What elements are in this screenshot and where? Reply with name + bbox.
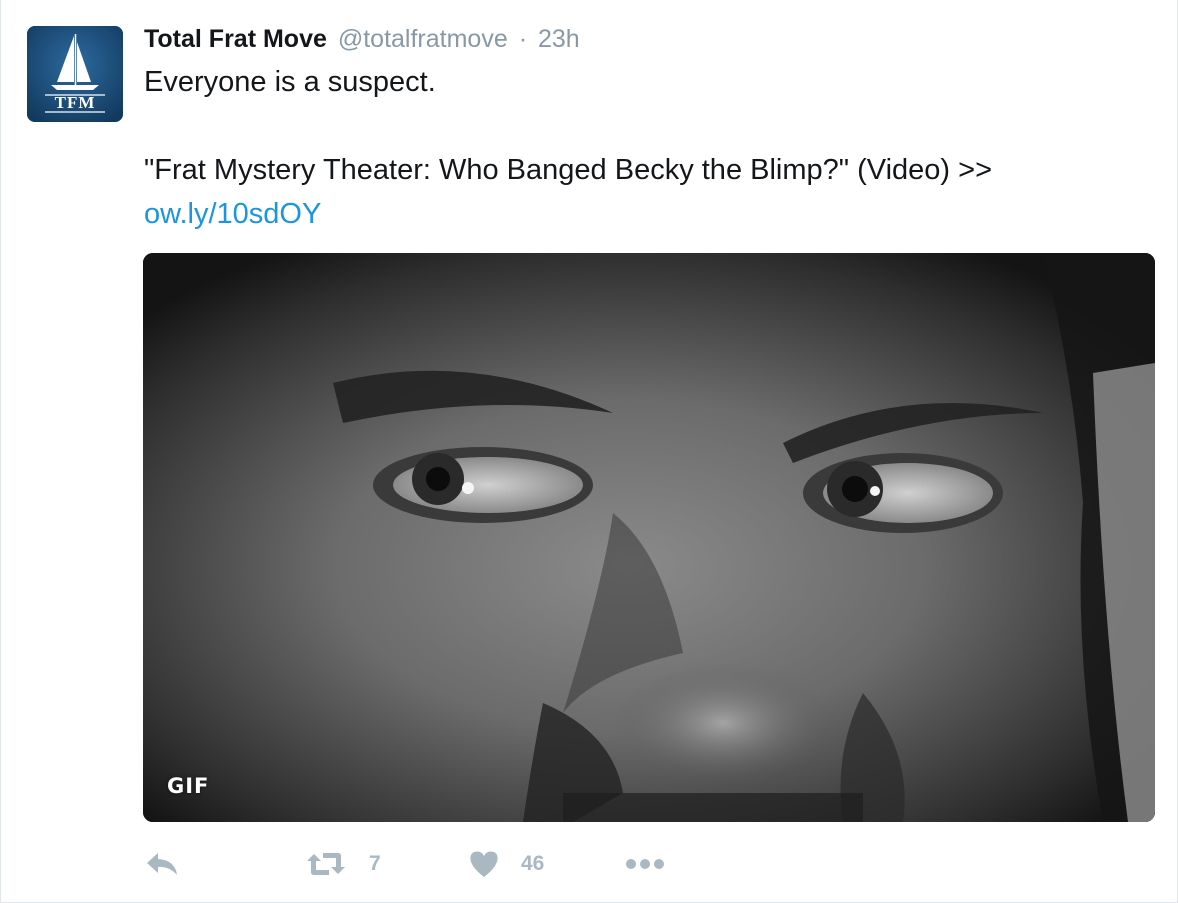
header-separator: · <box>518 25 528 53</box>
avatar[interactable]: TFM <box>27 26 123 122</box>
more-dots-icon <box>626 859 664 869</box>
tweet-text: Everyone is a suspect. "Frat Mystery The… <box>144 60 1144 236</box>
tweet-header: Total Frat Move @totalfratmove · 23h <box>144 22 580 56</box>
reply-icon <box>147 853 177 875</box>
retweet-icon <box>307 853 345 875</box>
tweet-actions: 7 46 <box>143 842 843 886</box>
gif-frame-image <box>143 253 1155 822</box>
retweet-count: 7 <box>369 852 381 875</box>
tweet-link[interactable]: ow.ly/10sdOY <box>144 198 321 230</box>
tweet-timestamp[interactable]: 23h <box>538 25 580 53</box>
heart-icon <box>470 851 498 877</box>
more-button[interactable] <box>625 842 665 886</box>
like-button[interactable]: 46 <box>469 842 544 886</box>
gif-badge: GIF <box>167 774 210 798</box>
tweet-text-line: Everyone is a suspect. <box>144 66 436 98</box>
tweet-card: TFM Total Frat Move @totalfratmove · 23h… <box>0 0 1178 903</box>
author-name[interactable]: Total Frat Move <box>144 25 327 53</box>
tweet-text-line: "Frat Mystery Theater: Who Banged Becky … <box>144 154 993 186</box>
author-handle[interactable]: @totalfratmove <box>338 25 508 53</box>
gif-media[interactable]: GIF <box>143 253 1155 822</box>
reply-button[interactable] <box>145 842 179 886</box>
like-count: 46 <box>521 852 545 875</box>
avatar-logo-text: TFM <box>54 93 96 112</box>
retweet-button[interactable]: 7 <box>305 842 381 886</box>
